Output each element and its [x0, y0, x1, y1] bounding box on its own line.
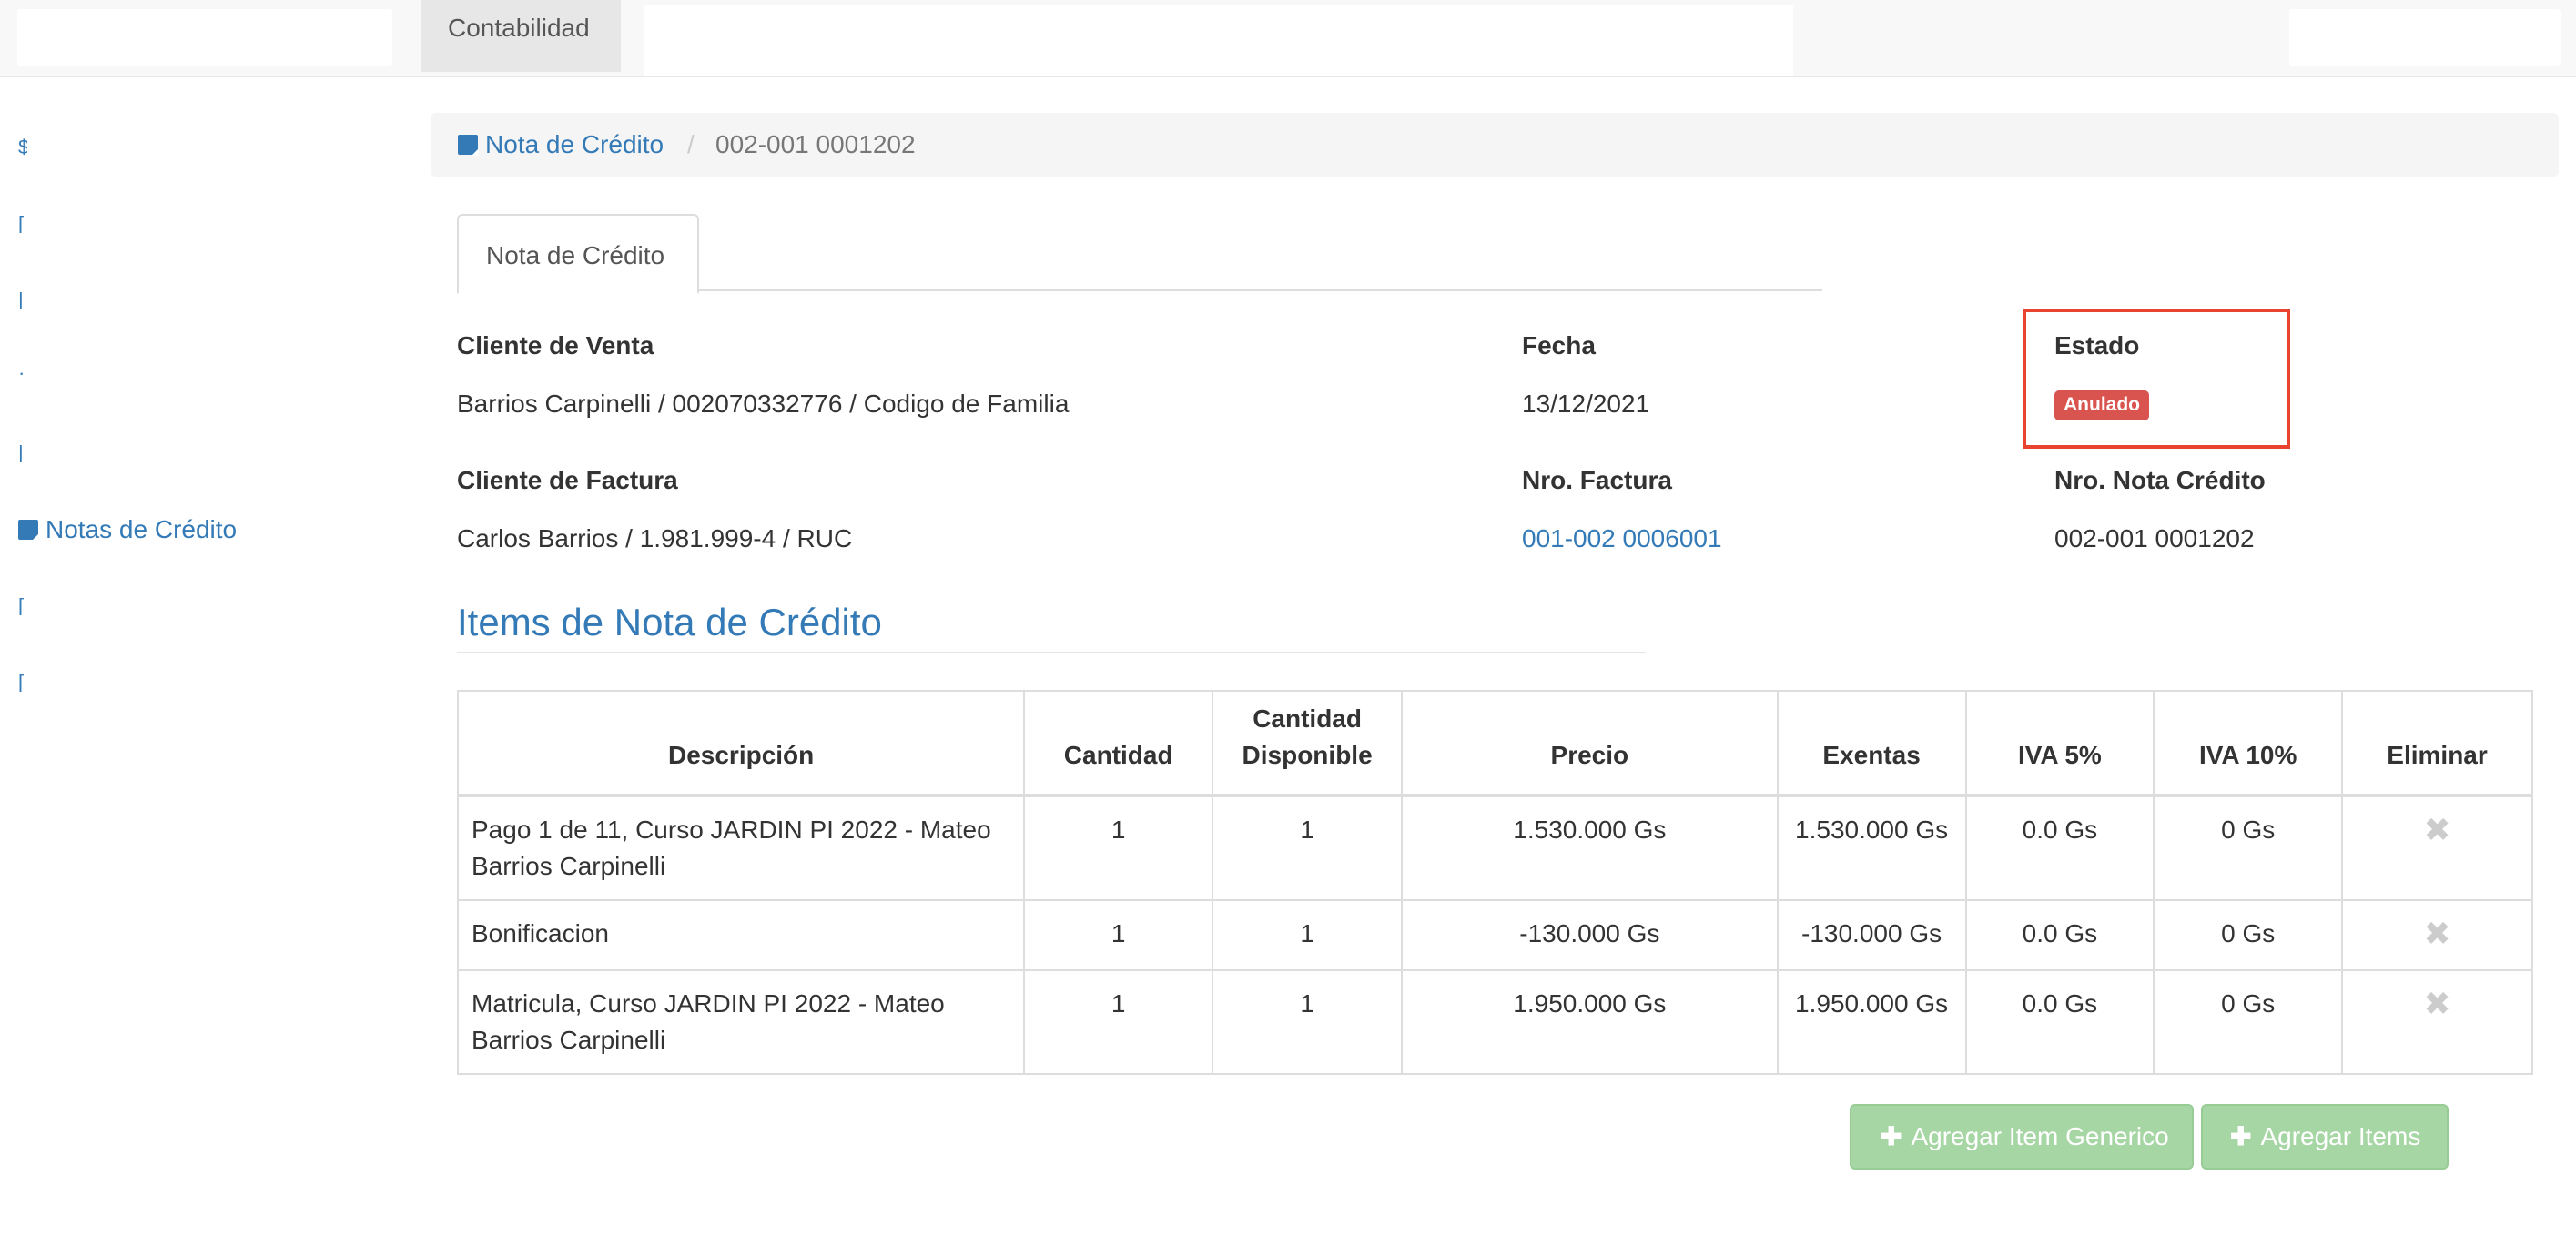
- sidebar-icon-6[interactable]: [: [18, 597, 27, 615]
- cell-disponible: 1: [1212, 969, 1404, 1075]
- status-badge: Anulado: [2054, 390, 2149, 420]
- remove-icon[interactable]: ✖: [2423, 811, 2450, 848]
- breadcrumb-current: 002-001 0001202: [715, 130, 916, 158]
- estado-label: Estado: [2054, 331, 2140, 360]
- sidebar-icon-1[interactable]: $: [18, 138, 27, 157]
- cell-eliminar: ✖: [2341, 969, 2533, 1075]
- sticky-note-icon: [18, 520, 39, 541]
- cell-iva10: 0 Gs: [2153, 969, 2344, 1075]
- cliente-factura-value: Carlos Barrios / 1.981.999-4 / RUC: [457, 524, 853, 552]
- breadcrumb: Nota de Crédito / 002-001 0001202: [431, 113, 2559, 177]
- cell-iva10: 0 Gs: [2153, 795, 2344, 901]
- table-row: Pago 1 de 11, Curso JARDIN PI 2022 - Mat…: [456, 795, 2533, 901]
- remove-icon[interactable]: ✖: [2423, 985, 2450, 1022]
- column-header-iva5: IVA 5%: [1964, 690, 2155, 796]
- breadcrumb-separator: /: [687, 130, 695, 158]
- cell-precio: -130.000 Gs: [1401, 899, 1779, 971]
- sidebar-icon-5[interactable]: |: [18, 444, 27, 462]
- tab-label: Nota de Crédito: [486, 241, 665, 269]
- cell-eliminar: ✖: [2341, 795, 2533, 901]
- sidebar-item-label: Notas de Crédito: [46, 515, 238, 543]
- items-section-title: Items de Nota de Crédito: [457, 601, 882, 643]
- sticky-note-icon: [458, 135, 479, 156]
- cell-cantidad: 1: [1023, 969, 1214, 1075]
- cell-precio: 1.950.000 Gs: [1401, 969, 1779, 1075]
- items-table: Descripción Cantidad Cantidad Disponible…: [456, 690, 2533, 1075]
- cliente-venta-label: Cliente de Venta: [457, 331, 654, 360]
- column-header-cantidad-disponible: Cantidad Disponible: [1212, 690, 1404, 796]
- cell-descripcion: Bonificacion: [456, 899, 1026, 971]
- cell-iva5: 0.0 Gs: [1964, 795, 2155, 901]
- fecha-label: Fecha: [1522, 331, 1596, 360]
- cell-precio: 1.530.000 Gs: [1401, 795, 1779, 901]
- cell-disponible: 1: [1212, 795, 1404, 901]
- cell-cantidad: 1: [1023, 899, 1214, 971]
- sidebar-icon-7[interactable]: [: [18, 674, 27, 692]
- table-row: Matricula, Curso JARDIN PI 2022 - Mateo …: [456, 969, 2533, 1075]
- fecha-value: 13/12/2021: [1522, 390, 1650, 418]
- cell-iva10: 0 Gs: [2153, 899, 2344, 971]
- column-header-descripcion: Descripción: [456, 690, 1026, 796]
- navbar-menu-area: [644, 5, 1793, 76]
- cliente-factura-label: Cliente de Factura: [457, 466, 678, 494]
- remove-icon[interactable]: ✖: [2423, 915, 2450, 952]
- add-generic-item-label: Agregar Item Generico: [1911, 1122, 2169, 1150]
- column-header-eliminar: Eliminar: [2341, 690, 2533, 796]
- nro-factura-label: Nro. Factura: [1522, 466, 1672, 494]
- nro-nota-credito-value: 002-001 0001202: [2054, 524, 2255, 552]
- breadcrumb-link-label: Nota de Crédito: [485, 130, 664, 158]
- estado-highlight-box: [2023, 309, 2290, 449]
- tab-nota-de-credito[interactable]: Nota de Crédito: [457, 214, 699, 294]
- cell-iva5: 0.0 Gs: [1964, 969, 2155, 1075]
- plus-icon: ✚: [1881, 1122, 1902, 1150]
- cell-exentas: -130.000 Gs: [1776, 899, 1967, 971]
- cell-descripcion: Pago 1 de 11, Curso JARDIN PI 2022 - Mat…: [456, 795, 1026, 901]
- nav-tab-contabilidad[interactable]: Contabilidad: [421, 0, 621, 72]
- sidebar-item-notas-de-credito[interactable]: Notas de Crédito: [18, 515, 237, 544]
- plus-icon: ✚: [2230, 1122, 2252, 1150]
- sidebar-icon-2[interactable]: [: [18, 215, 27, 233]
- section-divider: [457, 652, 1646, 653]
- column-header-cantidad: Cantidad: [1023, 690, 1214, 796]
- cell-iva5: 0.0 Gs: [1964, 899, 2155, 971]
- table-row: Bonificacion 1 1 -130.000 Gs -130.000 Gs…: [456, 899, 2533, 971]
- nro-nota-credito-label: Nro. Nota Crédito: [2054, 466, 2266, 494]
- nav-tab-label: Contabilidad: [448, 14, 590, 42]
- nro-factura-link[interactable]: 001-002 0006001: [1522, 524, 1722, 553]
- cell-cantidad: 1: [1023, 795, 1214, 901]
- cliente-venta-value: Barrios Carpinelli / 002070332776 / Codi…: [457, 390, 1070, 418]
- navbar-user-area: [2289, 9, 2561, 66]
- breadcrumb-link-nota-de-credito[interactable]: Nota de Crédito: [458, 130, 664, 159]
- cell-disponible: 1: [1212, 899, 1404, 971]
- column-header-precio: Precio: [1401, 690, 1779, 796]
- add-items-label: Agregar Items: [2260, 1122, 2421, 1150]
- column-header-exentas: Exentas: [1776, 690, 1967, 796]
- sidebar-icon-3[interactable]: |: [18, 291, 27, 309]
- column-header-iva10: IVA 10%: [2153, 690, 2344, 796]
- top-navbar: Contabilidad: [0, 0, 2576, 77]
- cell-eliminar: ✖: [2341, 899, 2533, 971]
- sidebar-icon-4[interactable]: ·: [18, 364, 27, 382]
- add-generic-item-button[interactable]: ✚ Agregar Item Generico: [1850, 1104, 2194, 1170]
- cell-descripcion: Matricula, Curso JARDIN PI 2022 - Mateo …: [456, 969, 1026, 1075]
- add-items-button[interactable]: ✚ Agregar Items: [2201, 1104, 2449, 1170]
- cell-exentas: 1.950.000 Gs: [1776, 969, 1967, 1075]
- navbar-brand-area: [17, 9, 392, 66]
- table-header-row: Descripción Cantidad Cantidad Disponible…: [456, 690, 2533, 796]
- cell-exentas: 1.530.000 Gs: [1776, 795, 1967, 901]
